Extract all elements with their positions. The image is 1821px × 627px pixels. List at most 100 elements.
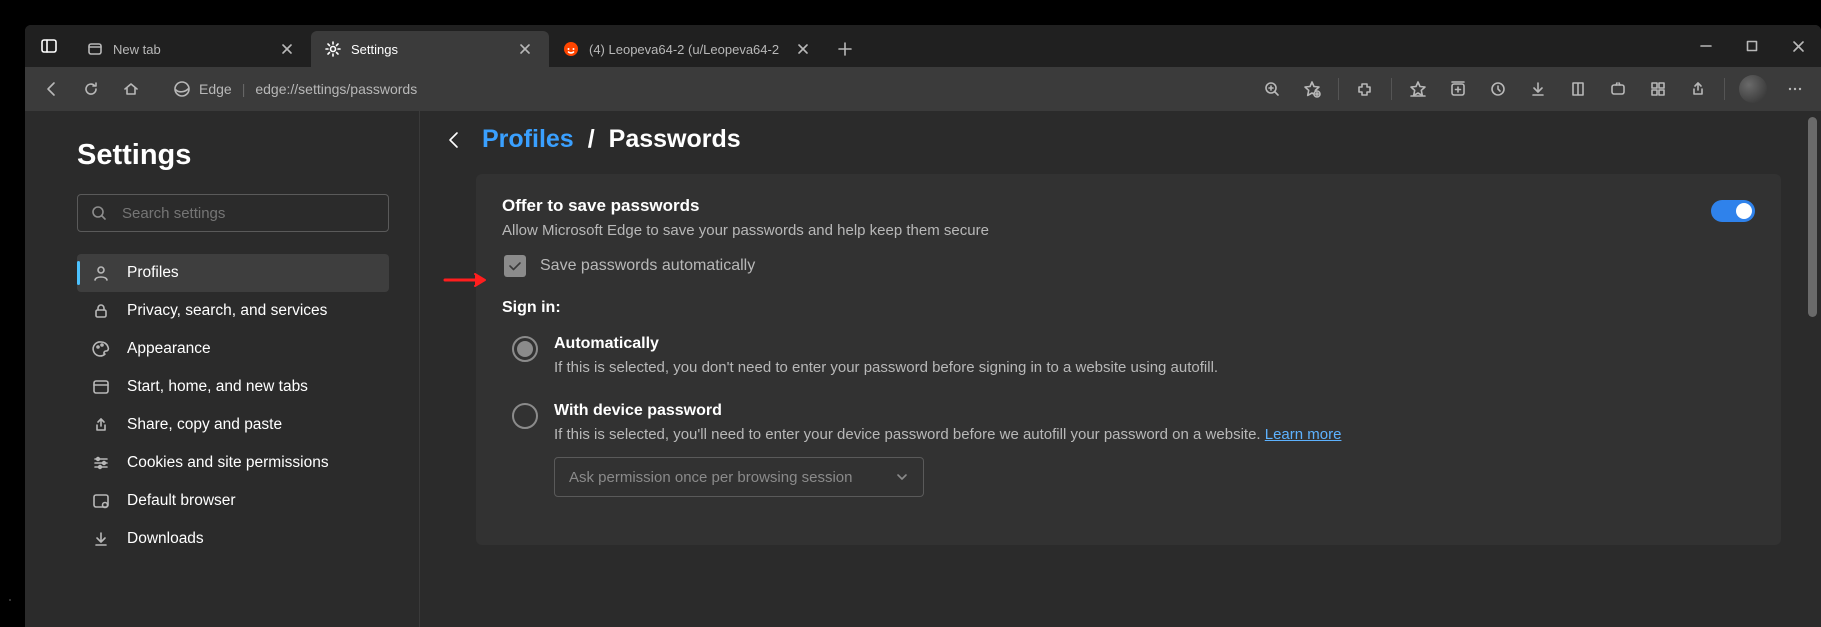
nav-item-share[interactable]: Share, copy and paste <box>77 406 389 444</box>
window-controls <box>1683 25 1821 67</box>
site-identity[interactable]: Edge <box>173 80 232 98</box>
url-text: edge://settings/passwords <box>255 81 417 97</box>
tab-label: (4) Leopeva64-2 (u/Leopeva64-2 <box>589 42 783 57</box>
window-icon <box>91 377 111 397</box>
nav-label: Cookies and site permissions <box>127 454 329 472</box>
edge-window: New tab Settings (4) Leopeva64-2 (u/Leop… <box>25 25 1821 627</box>
share-button[interactable] <box>1680 71 1716 107</box>
radio-desc: If this is selected, you'll need to ente… <box>554 426 1341 443</box>
favorites-list-button[interactable] <box>1400 71 1436 107</box>
nav-item-start[interactable]: Start, home, and new tabs <box>77 368 389 406</box>
tab-newtab[interactable]: New tab <box>73 31 311 67</box>
nav-label: Privacy, search, and services <box>127 302 327 320</box>
address-bar[interactable]: Edge | edge://settings/passwords <box>159 73 431 105</box>
close-icon[interactable] <box>277 39 297 59</box>
toolbar: Edge | edge://settings/passwords <box>25 67 1821 111</box>
tab-reddit[interactable]: (4) Leopeva64-2 (u/Leopeva64-2 <box>549 31 827 67</box>
nav-item-privacy[interactable]: Privacy, search, and services <box>77 292 389 330</box>
tab-actions-button[interactable] <box>25 25 73 67</box>
edge-logo-icon <box>173 80 191 98</box>
profile-icon <box>91 263 111 283</box>
titlebar: New tab Settings (4) Leopeva64-2 (u/Leop… <box>25 25 1821 67</box>
history-button[interactable] <box>1480 71 1516 107</box>
gear-icon <box>325 41 341 57</box>
content-area: Settings Profiles Privacy, search, and s… <box>25 111 1821 627</box>
nav-item-cookies[interactable]: Cookies and site permissions <box>77 444 389 482</box>
nav-item-profiles[interactable]: Profiles <box>77 254 389 292</box>
lock-icon <box>91 301 111 321</box>
offer-desc: Allow Microsoft Edge to save your passwo… <box>502 222 1711 239</box>
radio-input[interactable] <box>512 403 538 429</box>
minimize-button[interactable] <box>1683 25 1729 67</box>
tab-settings[interactable]: Settings <box>311 31 549 67</box>
close-icon[interactable] <box>793 39 813 59</box>
autosave-row[interactable]: Save passwords automatically <box>504 255 1755 277</box>
breadcrumb-parent[interactable]: Profiles <box>482 125 574 154</box>
search-settings-field[interactable] <box>120 204 376 223</box>
signin-label: Sign in: <box>502 299 1755 317</box>
settings-sidebar: Settings Profiles Privacy, search, and s… <box>25 111 420 627</box>
learn-more-link[interactable]: Learn more <box>1265 426 1342 443</box>
breadcrumb-back-button[interactable] <box>440 126 468 154</box>
refresh-button[interactable] <box>73 71 109 107</box>
breadcrumb: Profiles / Passwords <box>440 125 1781 154</box>
settings-nav: Profiles Privacy, search, and services A… <box>77 254 389 558</box>
radio-title: Automatically <box>554 335 1218 353</box>
tab-label: Settings <box>351 42 505 57</box>
nav-item-default-browser[interactable]: Default browser <box>77 482 389 520</box>
nav-label: Default browser <box>127 492 236 510</box>
back-button[interactable] <box>33 71 69 107</box>
screenshot-button[interactable] <box>1600 71 1636 107</box>
extensions-button[interactable] <box>1347 71 1383 107</box>
nav-label: Appearance <box>127 340 211 358</box>
nav-item-appearance[interactable]: Appearance <box>77 330 389 368</box>
radio-input[interactable] <box>512 336 538 362</box>
close-window-button[interactable] <box>1775 25 1821 67</box>
close-icon[interactable] <box>515 39 535 59</box>
browser-icon <box>91 491 111 511</box>
search-icon <box>90 204 108 222</box>
newtab-icon <box>87 41 103 57</box>
nav-label: Share, copy and paste <box>127 416 282 434</box>
nav-label: Start, home, and new tabs <box>127 378 308 396</box>
settings-main: Profiles / Passwords Offer to save passw… <box>420 111 1821 627</box>
zoom-icon[interactable] <box>1254 71 1290 107</box>
radio-desc: If this is selected, you don't need to e… <box>554 359 1218 376</box>
autosave-label: Save passwords automatically <box>540 257 755 275</box>
search-settings-input[interactable] <box>77 194 389 232</box>
nav-label: Profiles <box>127 264 179 282</box>
collections-button[interactable] <box>1440 71 1476 107</box>
reading-mode-icon[interactable] <box>1560 71 1596 107</box>
profile-avatar[interactable] <box>1739 75 1767 103</box>
offer-toggle[interactable] <box>1711 200 1755 222</box>
sliders-icon <box>91 453 111 473</box>
radio-title: With device password <box>554 402 1341 420</box>
breadcrumb-current: Passwords <box>609 125 741 154</box>
offer-title: Offer to save passwords <box>502 196 1711 216</box>
maximize-button[interactable] <box>1729 25 1775 67</box>
scrollbar-thumb[interactable] <box>1808 117 1817 317</box>
radio-device-password[interactable]: With device password If this is selected… <box>512 402 1755 497</box>
more-button[interactable] <box>1777 71 1813 107</box>
downloads-button[interactable] <box>1520 71 1556 107</box>
site-identity-label: Edge <box>199 81 232 97</box>
tab-label: New tab <box>113 42 267 57</box>
nav-item-downloads[interactable]: Downloads <box>77 520 389 558</box>
autosave-checkbox[interactable] <box>504 255 526 277</box>
chevron-down-icon <box>895 470 909 484</box>
home-button[interactable] <box>113 71 149 107</box>
new-tab-button[interactable] <box>827 31 863 67</box>
breadcrumb-separator: / <box>588 125 595 154</box>
annotation-arrow-icon <box>443 271 489 294</box>
dropdown-value: Ask permission once per browsing session <box>569 469 852 486</box>
passwords-card: Offer to save passwords Allow Microsoft … <box>476 174 1781 545</box>
nav-label: Downloads <box>127 530 204 548</box>
palette-icon <box>91 339 111 359</box>
radio-automatically[interactable]: Automatically If this is selected, you d… <box>512 335 1755 376</box>
permission-dropdown[interactable]: Ask permission once per browsing session <box>554 457 924 497</box>
download-icon <box>91 529 111 549</box>
favorite-button[interactable] <box>1294 71 1330 107</box>
share-icon <box>91 415 111 435</box>
sidebar-title: Settings <box>77 139 393 172</box>
apps-button[interactable] <box>1640 71 1676 107</box>
